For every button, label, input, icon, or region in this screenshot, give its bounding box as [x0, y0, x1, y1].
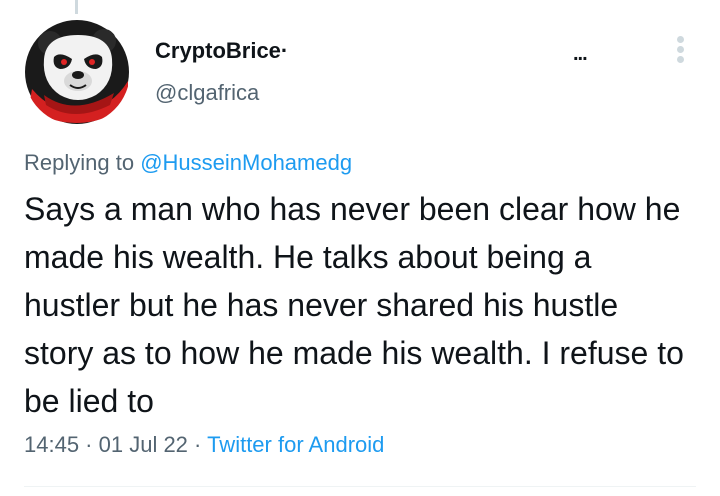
thread-connector-line	[75, 0, 78, 14]
menu-dot	[676, 36, 684, 43]
tweet-metadata: 14:45 · 01 Jul 22 · Twitter for Android	[24, 432, 384, 458]
panda-avatar-icon	[24, 19, 130, 125]
meta-separator: ·	[79, 432, 99, 457]
replying-to-mention-link[interactable]: @HusseinMohamedg	[140, 150, 352, 175]
menu-dot	[676, 56, 684, 63]
author-display-name[interactable]: CryptoBrice·	[155, 38, 288, 64]
menu-dot	[676, 46, 684, 53]
tweet-source-link[interactable]: Twitter for Android	[207, 432, 384, 457]
tweet-time[interactable]: 14:45	[24, 432, 79, 457]
author-handle[interactable]: @clgafrica	[155, 80, 259, 106]
author-avatar[interactable]	[24, 19, 130, 125]
replying-to-line: Replying to @HusseinMohamedg	[24, 150, 352, 176]
meta-separator: ·	[187, 432, 208, 457]
vertical-dots-icon[interactable]	[671, 36, 689, 68]
more-options-dots[interactable]: ...	[573, 44, 588, 64]
bottom-divider	[24, 486, 696, 487]
tweet-date[interactable]: 01 Jul 22	[99, 432, 188, 457]
tweet-body-text: Says a man who has never been clear how …	[24, 191, 684, 419]
replying-prefix: Replying to	[24, 150, 141, 175]
